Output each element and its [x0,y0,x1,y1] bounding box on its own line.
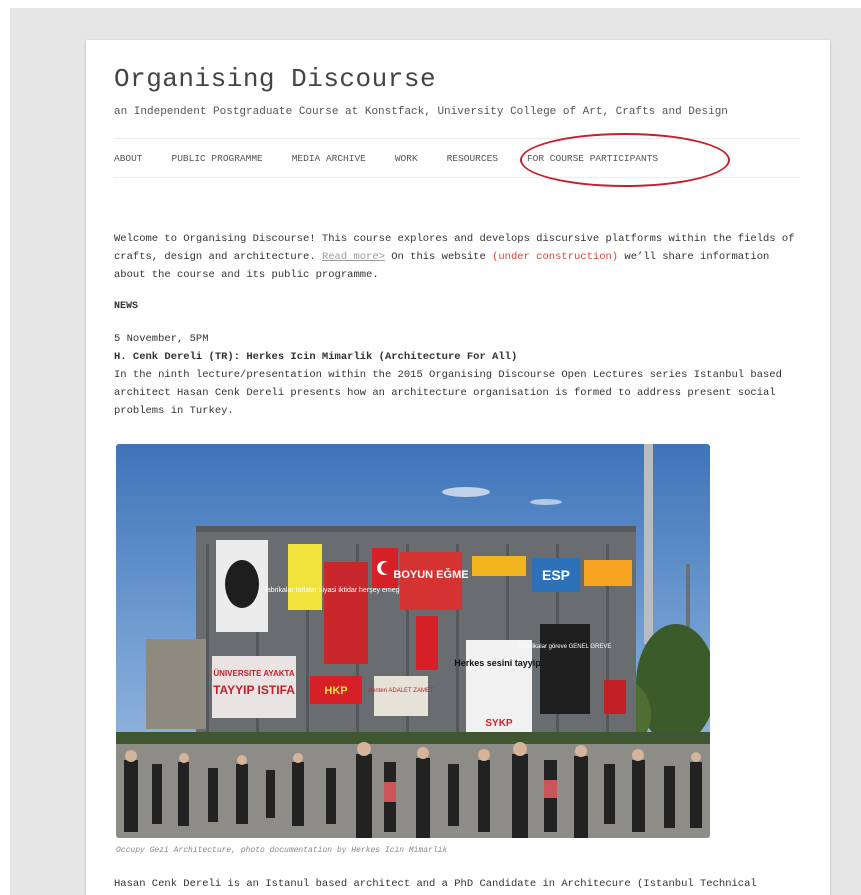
nav-item-about[interactable]: ABOUT [114,153,143,164]
photo-caption: Occupy Gezi Architecture, photo document… [116,846,448,855]
news-title: H. Cenk Dereli (TR): Herkes Icin Mimarli… [114,351,518,363]
intro-text: On this website [384,251,493,263]
banner-text: BOYUN EĞME [393,568,468,581]
banner-text: Alınteri ADALET ZAMET [368,688,434,694]
main-content: Welcome to Organising Discourse! This co… [114,230,800,420]
main-navigation: ABOUT PUBLIC PROGRAMME MEDIA ARCHIVE WOR… [114,138,800,178]
nav-item-work[interactable]: WORK [395,153,418,164]
news-date: 5 November, 5PM [114,333,209,345]
intro-paragraph: Welcome to Organising Discourse! This co… [114,230,800,284]
read-more-link[interactable]: Read more> [322,251,385,263]
nav-item-public-programme[interactable]: PUBLIC PROGRAMME [172,153,263,164]
news-heading: NEWS [114,301,139,312]
site-page: Organising Discourse an Independent Post… [86,40,830,895]
banner-text: ÜNIVERSITE AYAKTA [213,669,294,678]
banner-text: Herkes sesini tayyip! [454,658,544,668]
banner-text: TAYYIP ISTIFA [213,683,295,697]
speaker-bio: Hasan Cenk Dereli is an Istanul based ar… [114,878,757,890]
news-body: In the ninth lecture/presentation within… [114,369,782,417]
nav-item-for-course-participants[interactable]: FOR COURSE PARTICIPANTS [527,153,658,164]
banner-text: Sendikalar göreve GENEL GREVE [519,644,612,650]
banner-text: SYKP [485,718,513,729]
occupy-gezi-photo: fabrikalar tarlalar siyasi iktidar herşe… [116,444,710,838]
news-photo[interactable]: fabrikalar tarlalar siyasi iktidar herşe… [116,444,710,838]
site-description: an Independent Postgraduate Course at Ko… [114,106,728,118]
site-title[interactable]: Organising Discourse [114,64,800,94]
nav-item-media-archive[interactable]: MEDIA ARCHIVE [292,153,366,164]
under-construction-note: (under construction) [492,251,619,263]
banner-text: ESP [542,567,570,583]
nav-item-resources[interactable]: RESOURCES [447,153,498,164]
banner-text: HKP [324,685,347,697]
